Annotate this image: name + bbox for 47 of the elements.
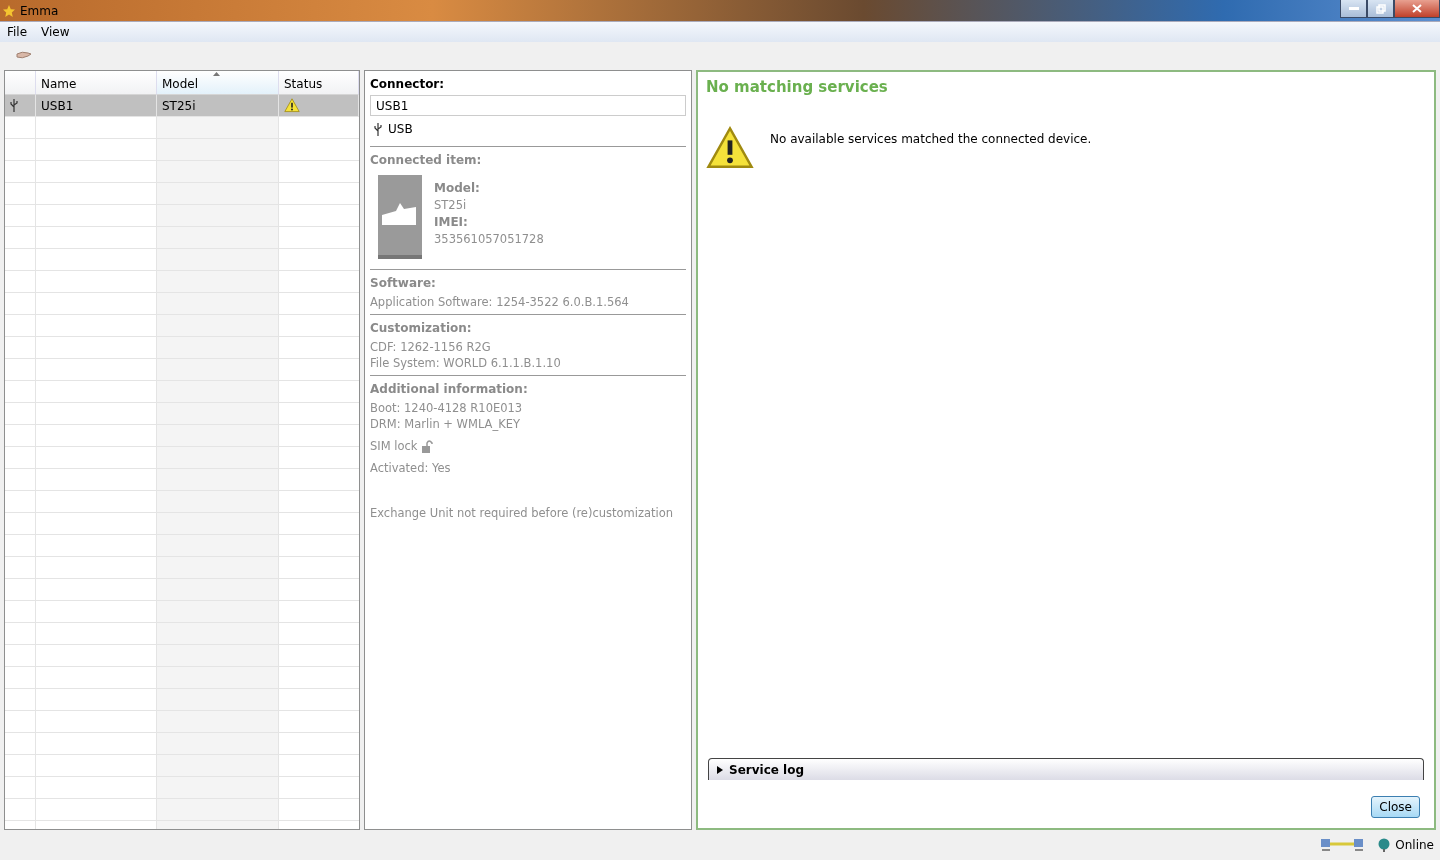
maximize-button[interactable] xyxy=(1367,0,1394,18)
activated-status: Activated: Yes xyxy=(370,460,452,476)
connection-status: Online xyxy=(1395,838,1434,852)
close-icon xyxy=(1412,4,1422,13)
services-title: No matching services xyxy=(706,78,889,96)
service-log-expander[interactable]: Service log xyxy=(708,758,1424,780)
minimize-button[interactable] xyxy=(1340,0,1367,18)
usb-icon xyxy=(374,122,382,136)
sim-lock-label: SIM lock xyxy=(370,438,418,454)
info-line: CDF: 1262-1156 R2G xyxy=(370,339,492,355)
connector-field[interactable]: USB1 xyxy=(370,95,686,116)
network-connection-icon xyxy=(1320,838,1365,852)
section-title: Software: xyxy=(370,276,437,290)
info-line: DRM: Marlin + WMLA_KEY xyxy=(370,416,522,432)
usb-icon xyxy=(10,99,18,112)
info-line: Boot: 1240-4128 R10E013 xyxy=(370,400,524,416)
sort-caret-icon xyxy=(213,72,220,76)
expander-arrow-icon xyxy=(717,765,723,774)
field-label: IMEI: xyxy=(434,215,469,229)
menu-item[interactable]: View xyxy=(34,25,77,39)
connector-type: USB xyxy=(388,122,413,136)
warning-icon xyxy=(284,98,300,113)
maximize-icon xyxy=(1375,3,1386,14)
section-title: Customization: xyxy=(370,321,473,335)
section-title: Connector: xyxy=(370,77,446,91)
field-label: Model: xyxy=(434,181,481,195)
section-title: Connected item: xyxy=(370,153,483,167)
close-window-button[interactable] xyxy=(1394,0,1440,18)
device-row[interactable]: USB1 ST25i xyxy=(5,95,359,117)
warning-icon xyxy=(706,126,754,170)
star-icon xyxy=(2,3,16,18)
info-line: File System: WORLD 6.1.1.B.1.10 xyxy=(370,355,562,371)
section-title: Additional information: xyxy=(370,382,529,396)
window-title: Emma xyxy=(20,3,59,18)
header-corner xyxy=(5,71,36,95)
exchange-note: Exchange Unit not required before (re)customization xyxy=(370,505,675,521)
menu-item[interactable]: File xyxy=(0,25,35,39)
info-line: Application Software: 1254-3522 6.0.B.1.564 xyxy=(370,294,630,310)
column-header[interactable]: Status xyxy=(279,71,359,95)
field-value: 353561057051728 xyxy=(434,231,544,248)
field-value: ST25i xyxy=(434,197,468,214)
minimize-icon xyxy=(1348,6,1359,11)
column-header[interactable]: Name xyxy=(36,71,157,95)
globe-icon xyxy=(1378,838,1391,852)
column-header[interactable]: Model xyxy=(157,71,279,95)
close-button[interactable]: Close xyxy=(1371,796,1420,818)
services-message: No available services matched the connected device. xyxy=(770,131,1092,148)
